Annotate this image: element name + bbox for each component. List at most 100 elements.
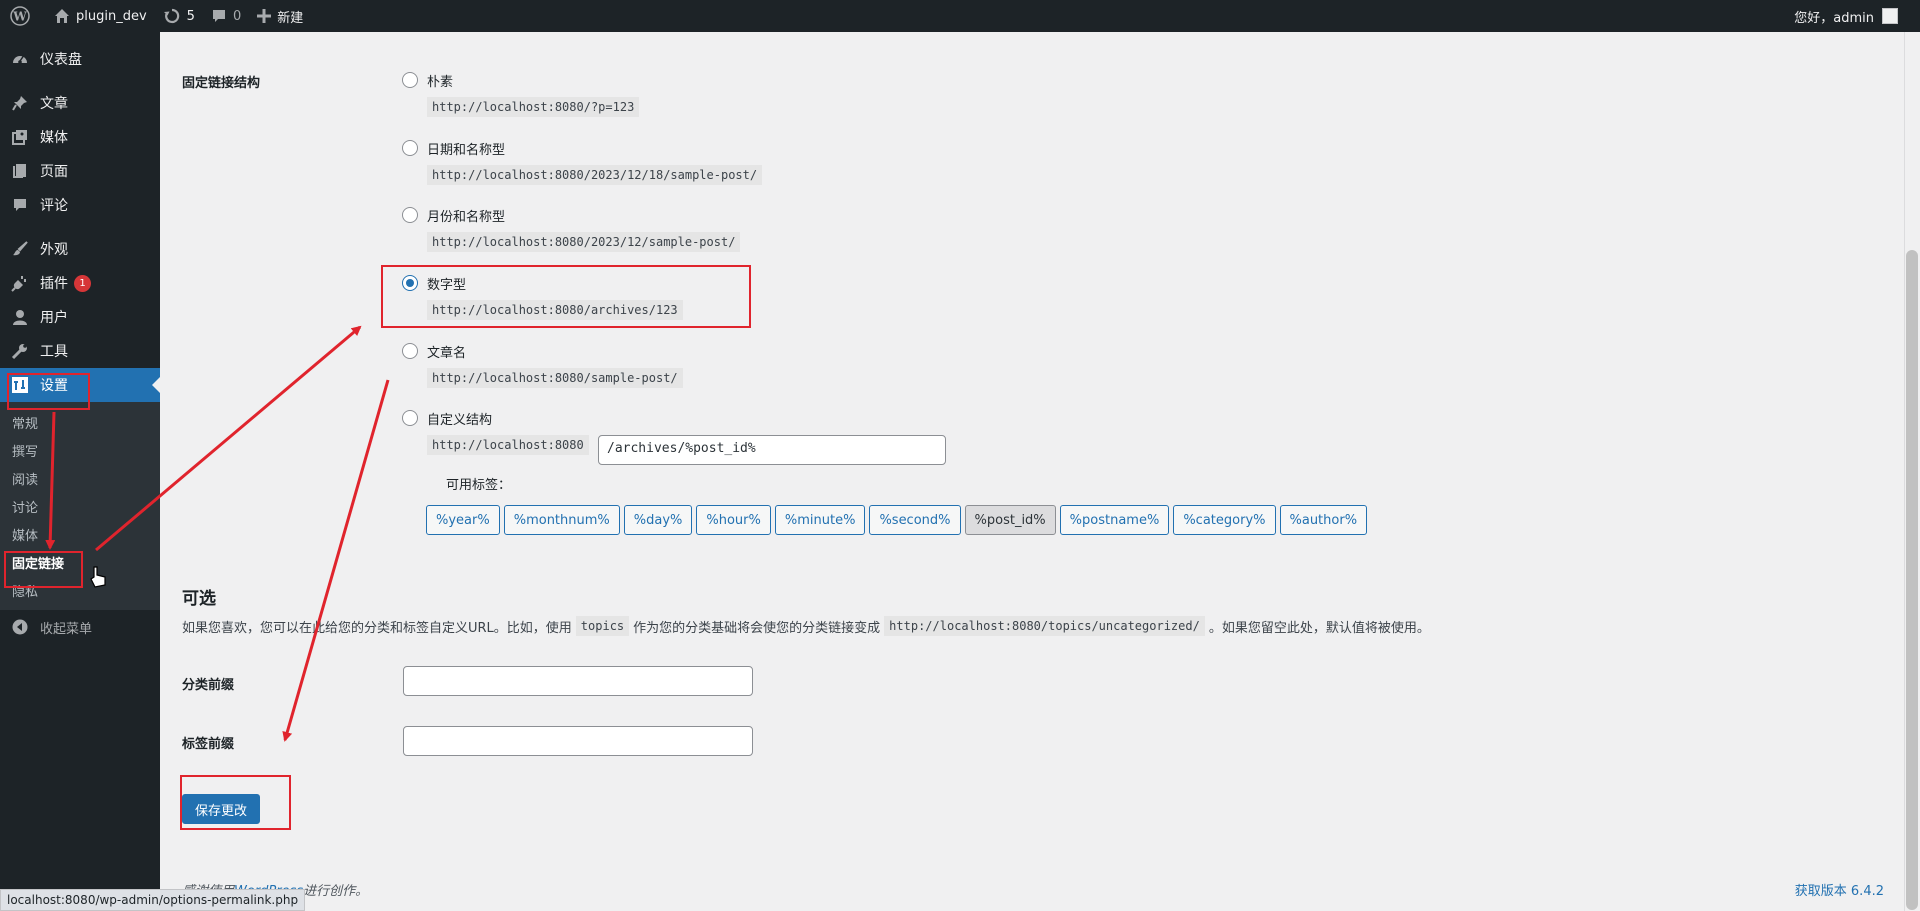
new-label: 新建: [277, 10, 304, 26]
option-label: 自定义结构: [427, 412, 493, 428]
desc-text: 如果您喜欢，您可以在此给您的分类和标签自定义URL。比如，使用: [182, 620, 572, 636]
menu-pages[interactable]: 页面: [0, 154, 160, 188]
comment-icon: [212, 10, 225, 22]
page-icon: [10, 161, 30, 181]
media-icon: [10, 127, 30, 147]
radio-plain[interactable]: [402, 72, 418, 88]
brush-icon: [10, 239, 30, 259]
highlight-numeric-option: [381, 265, 751, 328]
option-example: http://localhost:8080/2023/12/18/sample-…: [427, 165, 763, 185]
menu-label: 媒体: [40, 130, 68, 146]
desc-text: 。如果您留空此处，默认值将被使用。: [1208, 620, 1430, 636]
tag-button-post-id[interactable]: %post_id%: [964, 505, 1056, 535]
available-tags-label: 可用标签：: [446, 478, 512, 493]
highlight-permalinks-submenu: [4, 551, 83, 588]
option-label: 月份和名称型: [427, 209, 506, 225]
my-account[interactable]: 您好，admin: [1794, 7, 1920, 26]
submenu-discussion[interactable]: 讨论: [0, 492, 160, 520]
category-base-input[interactable]: [403, 666, 753, 696]
admin-bar: W plugin_dev 5 0 新建 您好，admin: [0, 0, 1920, 32]
menu-dashboard[interactable]: 仪表盘: [0, 42, 160, 76]
radio-day-name[interactable]: [402, 140, 418, 156]
permalink-structure-label: 固定链接结构: [182, 76, 261, 91]
site-name-link[interactable]: plugin_dev: [46, 0, 155, 32]
menu-comments[interactable]: 评论: [0, 188, 160, 222]
radio-custom[interactable]: [402, 410, 418, 426]
menu-appearance[interactable]: 外观: [0, 232, 160, 266]
highlight-settings-menu: [7, 373, 90, 410]
updates-link[interactable]: 5: [155, 0, 203, 32]
desc-text: 作为您的分类基础将会使您的分类链接变成: [633, 620, 881, 636]
menu-plugins[interactable]: 插件 1: [0, 266, 160, 300]
footer-version-link[interactable]: 获取版本 6.4.2: [1795, 880, 1884, 899]
tag-button-author[interactable]: %author%: [1279, 505, 1368, 535]
highlight-save-button: [180, 775, 291, 830]
updates-count: 5: [186, 8, 195, 24]
tag-button-monthnum[interactable]: %monthnum%: [503, 505, 620, 535]
menu-label: 仪表盘: [40, 52, 82, 68]
tag-button-minute[interactable]: %minute%: [774, 505, 866, 535]
plugin-update-badge: 1: [74, 274, 91, 292]
custom-structure-input[interactable]: /archives/%post_id%: [598, 435, 946, 465]
optional-section-title: 可选: [182, 589, 216, 609]
collapse-menu-button[interactable]: 收起菜单: [0, 610, 160, 644]
menu-label: 工具: [40, 344, 68, 360]
admin-sidebar: 仪表盘 文章 媒体 页面 评论 外观 插件 1 用户 工具 设置 常规 撰写 阅…: [0, 32, 160, 911]
browser-status-bar: localhost:8080/wp-admin/options-permalin…: [0, 889, 306, 911]
menu-label: 页面: [40, 164, 68, 180]
collapse-icon: [10, 617, 30, 637]
option-label: 日期和名称型: [427, 142, 506, 158]
tag-button-hour[interactable]: %hour%: [696, 505, 771, 535]
menu-label: 插件: [40, 276, 68, 292]
wordpress-logo-icon[interactable]: W: [0, 0, 46, 32]
option-post-name: 文章名 http://localhost:8080/sample-post/: [402, 341, 683, 388]
radio-month-name[interactable]: [402, 207, 418, 223]
pin-icon: [10, 93, 30, 113]
submenu-media[interactable]: 媒体: [0, 520, 160, 548]
category-base-label: 分类前缀: [182, 678, 235, 693]
optional-description: 如果您喜欢，您可以在此给您的分类和标签自定义URL。比如，使用 topics 作…: [182, 616, 1430, 636]
footer-thanks-suffix: 进行创作。: [303, 884, 369, 899]
tag-button-year[interactable]: %year%: [426, 505, 500, 535]
scrollbar-thumb[interactable]: [1906, 250, 1918, 910]
submenu-reading[interactable]: 阅读: [0, 464, 160, 492]
comment-icon: [10, 195, 30, 215]
option-label: 文章名: [427, 345, 467, 361]
comments-count: 0: [232, 8, 242, 24]
comments-link[interactable]: 0: [203, 0, 249, 32]
plus-icon: [257, 9, 272, 23]
available-tags: %year% %monthnum% %day% %hour% %minute% …: [426, 505, 1368, 535]
scrollbar[interactable]: [1904, 32, 1920, 911]
wrench-icon: [10, 341, 30, 361]
menu-posts[interactable]: 文章: [0, 86, 160, 120]
avatar: [1882, 8, 1898, 24]
dashboard-icon: [10, 49, 30, 69]
svg-text:W: W: [12, 10, 27, 24]
tag-button-day[interactable]: %day%: [623, 505, 693, 535]
user-icon: [10, 307, 30, 327]
option-plain: 朴素 http://localhost:8080/?p=123: [402, 70, 640, 117]
submenu-general[interactable]: 常规: [0, 408, 160, 436]
option-example: http://localhost:8080/2023/12/sample-pos…: [427, 232, 741, 252]
option-example: http://localhost:8080/sample-post/: [427, 368, 683, 388]
menu-label: 文章: [40, 96, 68, 112]
greeting: 您好，admin: [1794, 10, 1874, 26]
updates-icon: [163, 8, 179, 24]
site-name: plugin_dev: [76, 8, 147, 24]
tag-button-category[interactable]: %category%: [1173, 505, 1276, 535]
new-content-link[interactable]: 新建: [249, 0, 311, 32]
menu-media[interactable]: 媒体: [0, 120, 160, 154]
submenu-writing[interactable]: 撰写: [0, 436, 160, 464]
menu-users[interactable]: 用户: [0, 300, 160, 334]
option-month-name: 月份和名称型 http://localhost:8080/2023/12/sam…: [402, 205, 741, 252]
menu-tools[interactable]: 工具: [0, 334, 160, 368]
tag-button-postname[interactable]: %postname%: [1059, 505, 1170, 535]
collapse-label: 收起菜单: [40, 621, 93, 637]
desc-code: topics: [575, 616, 630, 636]
menu-label: 用户: [40, 310, 68, 326]
main-content: 固定链接结构 朴素 http://localhost:8080/?p=123 日…: [160, 32, 1904, 911]
option-example: http://localhost:8080/?p=123: [427, 97, 640, 117]
tag-button-second[interactable]: %second%: [869, 505, 961, 535]
radio-post-name[interactable]: [402, 343, 418, 359]
tag-base-input[interactable]: [403, 726, 753, 756]
